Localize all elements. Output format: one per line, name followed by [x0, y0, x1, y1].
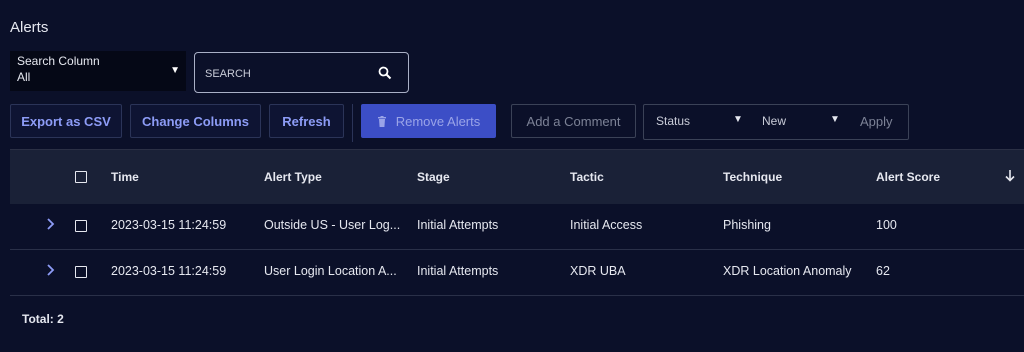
row-checkbox[interactable]	[75, 220, 87, 232]
cell-tactic: XDR UBA	[570, 264, 626, 278]
cell-time: 2023-03-15 11:24:59	[111, 264, 227, 278]
status-value-select[interactable]: New	[762, 114, 786, 128]
select-all-checkbox[interactable]	[75, 171, 87, 183]
page-title: Alerts	[10, 19, 49, 36]
apply-button[interactable]: Apply	[860, 114, 893, 129]
table-row[interactable]: 2023-03-15 11:24:59 User Login Location …	[10, 250, 1024, 296]
change-columns-button[interactable]: Change Columns	[130, 104, 261, 138]
column-header-tactic[interactable]: Tactic	[570, 170, 604, 184]
cell-alert-type: User Login Location A...	[264, 264, 397, 278]
search-column-label: Search Column	[17, 54, 100, 68]
search-box	[194, 52, 409, 93]
row-checkbox[interactable]	[75, 266, 87, 278]
cell-stage: Initial Attempts	[417, 264, 499, 278]
add-comment-button[interactable]: Add a Comment	[511, 104, 636, 138]
cell-tactic: Initial Access	[570, 218, 643, 232]
cell-technique: Phishing	[723, 218, 771, 232]
column-header-alert-score[interactable]: Alert Score	[876, 170, 940, 184]
caret-down-icon: ▼	[170, 65, 180, 76]
trash-icon	[377, 115, 386, 127]
chevron-right-icon[interactable]	[46, 263, 56, 277]
cell-time: 2023-03-15 11:24:59	[111, 218, 227, 232]
column-header-alert-type[interactable]: Alert Type	[264, 170, 322, 184]
alerts-table: Time Alert Type Stage Tactic Technique A…	[10, 149, 1024, 296]
cell-alert-score: 62	[876, 264, 890, 278]
search-column-value: All	[17, 70, 31, 84]
caret-down-icon[interactable]: ▼	[830, 114, 840, 125]
sort-descending-icon[interactable]	[1005, 170, 1015, 182]
cell-alert-type: Outside US - User Log...	[264, 218, 401, 232]
status-update-group: Status ▼ New ▼ Apply	[643, 104, 909, 140]
search-icon[interactable]	[378, 66, 392, 80]
search-input[interactable]	[203, 63, 367, 85]
chevron-right-icon[interactable]	[46, 217, 56, 231]
total-count: Total: 2	[22, 312, 64, 326]
table-header: Time Alert Type Stage Tactic Technique A…	[10, 149, 1024, 204]
column-header-time[interactable]: Time	[111, 170, 139, 184]
refresh-button[interactable]: Refresh	[269, 104, 344, 138]
cell-stage: Initial Attempts	[417, 218, 499, 232]
remove-alerts-label: Remove Alerts	[395, 113, 481, 129]
toolbar-divider	[352, 104, 353, 142]
cell-technique: XDR Location Anomaly	[723, 264, 852, 278]
column-header-technique[interactable]: Technique	[723, 170, 782, 184]
table-row[interactable]: 2023-03-15 11:24:59 Outside US - User Lo…	[10, 204, 1024, 250]
column-header-stage[interactable]: Stage	[417, 170, 450, 184]
remove-alerts-button[interactable]: Remove Alerts	[361, 104, 496, 138]
cell-alert-score: 100	[876, 218, 897, 232]
status-select-label[interactable]: Status	[656, 114, 690, 128]
caret-down-icon[interactable]: ▼	[733, 114, 743, 125]
export-csv-button[interactable]: Export as CSV	[10, 104, 122, 138]
search-column-select[interactable]: Search Column All ▼	[10, 51, 186, 91]
